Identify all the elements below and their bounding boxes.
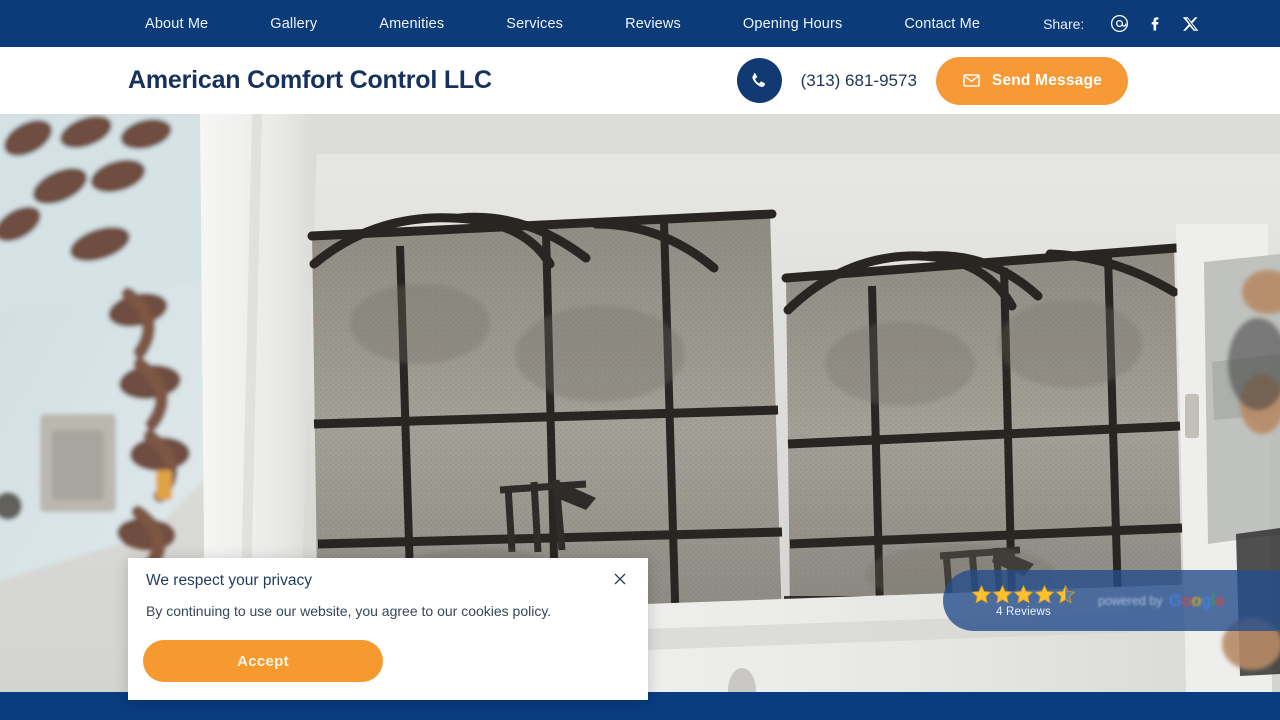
top-navigation-bar: About Me Gallery Amenities Services Revi… [0,0,1280,47]
header-actions: (313) 681-9573 Send Message [736,56,1128,105]
star-rating [971,584,1076,605]
star-icon-full-1 [971,584,992,604]
x-twitter-icon[interactable] [1178,11,1204,37]
cookie-banner-title: We respect your privacy [146,572,312,589]
share-label: Share: [1043,15,1085,32]
nav-item-services[interactable]: Services [475,16,594,32]
site-header: American Comfort Control LLC (313) 681-9… [0,47,1280,114]
page-root: About Me Gallery Amenities Services Revi… [0,0,1280,720]
google-wordmark: Google [1168,590,1225,610]
envelope-icon [962,71,981,90]
nav-item-about-me[interactable]: About Me [114,16,239,32]
star-icon-half-5 [1055,584,1076,604]
star-icon-full-3 [1013,584,1034,604]
star-icon-full-4 [1034,584,1055,604]
reviews-count-label: 4 Reviews [996,605,1051,618]
send-message-label: Send Message [991,71,1102,89]
star-icon-full-2 [992,584,1013,604]
share-group: Share: [1043,11,1214,37]
close-icon[interactable] [606,565,634,593]
powered-by-label: powered by [1098,593,1163,608]
powered-by-google: powered by Google [1098,590,1225,611]
cookie-consent-banner: We respect your privacy By continuing to… [128,558,648,700]
cookie-banner-message: By continuing to use our website, you ag… [146,603,552,619]
facebook-icon[interactable] [1142,11,1168,37]
email-icon[interactable] [1106,11,1132,37]
nav-item-contact-me[interactable]: Contact Me [873,16,1011,32]
phone-number[interactable]: (313) 681-9573 [801,71,917,91]
nav-item-gallery[interactable]: Gallery [239,16,348,32]
nav-links: About Me Gallery Amenities Services Revi… [114,16,1011,32]
rating-block: 4 Reviews [971,584,1076,618]
nav-item-opening-hours[interactable]: Opening Hours [712,16,873,32]
accept-cookies-button[interactable]: Accept [143,640,383,682]
send-message-button[interactable]: Send Message [935,56,1128,105]
nav-item-amenities[interactable]: Amenities [348,16,475,32]
google-review-badge[interactable]: 4 Reviews powered by Google [943,570,1280,631]
phone-icon[interactable] [736,58,782,103]
brand-title: American Comfort Control LLC [128,66,492,94]
nav-item-reviews[interactable]: Reviews [594,16,712,32]
